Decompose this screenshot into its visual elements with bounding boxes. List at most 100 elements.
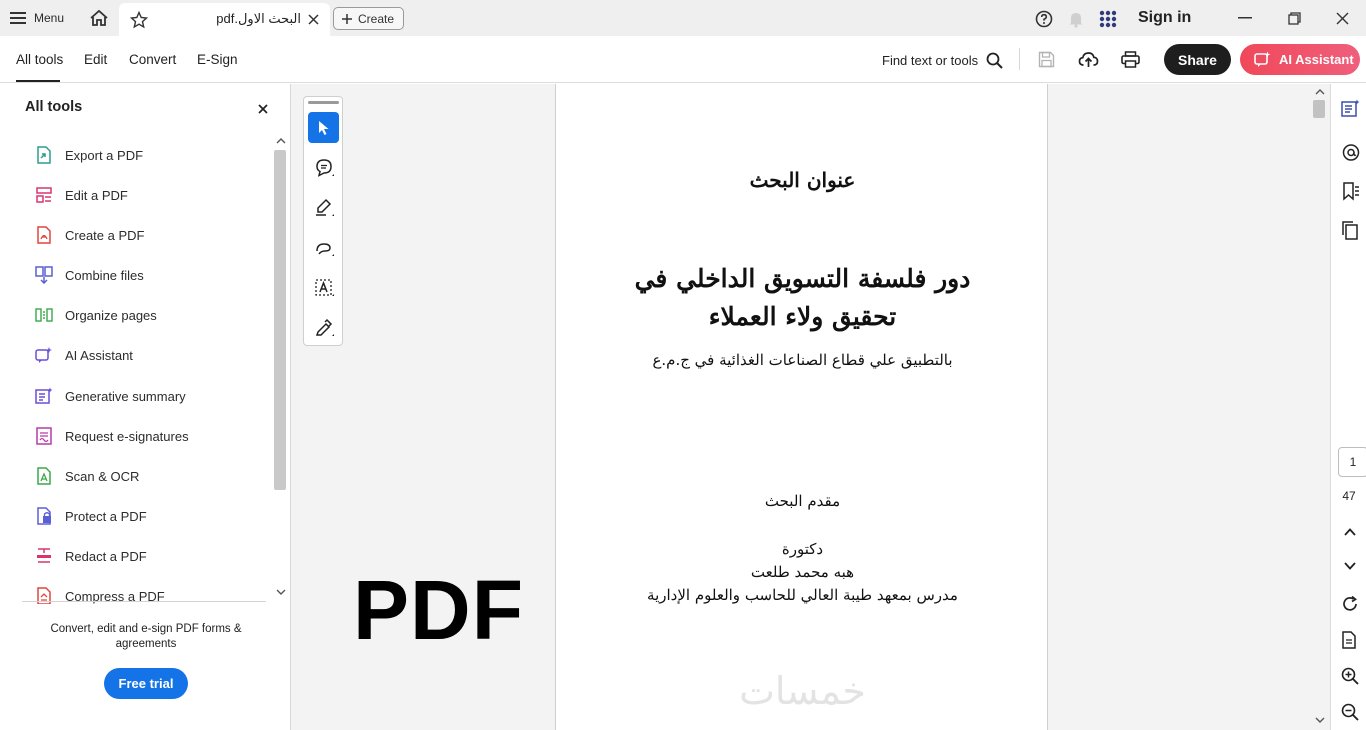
document-tab[interactable]: البحث الاول.pdf <box>119 3 330 36</box>
document-scrollbar-thumb[interactable] <box>1313 100 1325 118</box>
hamburger-icon <box>10 12 26 24</box>
highlight-tool-button[interactable] <box>308 192 339 223</box>
zoom-out-button[interactable] <box>1340 702 1360 722</box>
copy-pages-icon <box>1341 220 1358 240</box>
star-icon <box>130 11 148 29</box>
zoom-out-icon <box>1341 703 1359 721</box>
save-icon <box>1038 51 1054 67</box>
tab-all-tools[interactable]: All tools <box>16 52 63 67</box>
page-view-button[interactable] <box>1340 630 1360 650</box>
current-page-value: 1 <box>1349 455 1357 469</box>
main-toolbar: All tools Edit Convert E-Sign Find text … <box>0 36 1366 83</box>
protect-pdf-icon <box>37 507 51 525</box>
find-tools-button[interactable]: Find text or tools <box>882 50 1003 70</box>
quick-tools-drag-handle[interactable] <box>308 101 339 104</box>
zoom-in-button[interactable] <box>1340 666 1360 686</box>
pages-rail-button[interactable] <box>1340 220 1360 240</box>
tools-scrollbar[interactable] <box>274 132 288 602</box>
favorite-star-button[interactable] <box>129 10 149 30</box>
redact-pdf-icon <box>37 548 51 563</box>
toolbar-divider <box>1019 48 1020 70</box>
tab-close-button[interactable] <box>305 11 321 27</box>
share-button[interactable]: Share <box>1164 44 1231 75</box>
current-page-input[interactable]: 1 <box>1338 447 1366 477</box>
chevron-up-icon <box>1344 528 1356 536</box>
pdf-page[interactable]: عنوان البحث دور فلسفة التسويق الداخلي في… <box>555 84 1048 730</box>
home-button[interactable] <box>88 8 110 28</box>
tab-active-underline <box>16 80 60 82</box>
tool-label: Edit a PDF <box>65 187 128 203</box>
scrollbar-thumb[interactable] <box>274 150 286 490</box>
tool-organize-pages[interactable]: Organize pages <box>35 304 157 326</box>
select-tool-button[interactable] <box>308 112 339 143</box>
scroll-down-icon[interactable] <box>1315 717 1325 723</box>
restore-button[interactable] <box>1279 6 1309 30</box>
pen-sign-icon <box>315 318 334 336</box>
comments-rail-button[interactable] <box>1340 142 1360 162</box>
refresh-button[interactable] <box>1340 594 1360 614</box>
tool-protect-pdf[interactable]: Protect a PDF <box>35 505 147 527</box>
highlighter-icon <box>315 198 334 216</box>
scroll-up-icon[interactable] <box>1315 89 1325 95</box>
document-viewer[interactable]: PDF عنوان البحث دور فلسفة التسويق الداخل… <box>291 84 1330 730</box>
freehand-draw-icon <box>315 242 334 256</box>
plus-icon <box>342 13 352 24</box>
comment-at-icon <box>1342 143 1359 161</box>
research-title-line1: دور فلسفة التسويق الداخلي في <box>634 264 971 293</box>
cursor-arrow-icon <box>318 120 328 135</box>
sign-in-link[interactable]: Sign in <box>1138 9 1191 27</box>
tool-create-pdf[interactable]: Create a PDF <box>35 224 144 246</box>
scroll-up-icon[interactable] <box>276 138 286 144</box>
bookmarks-rail-button[interactable] <box>1340 181 1360 201</box>
panel-title: All tools <box>25 99 83 115</box>
tool-ai-assistant[interactable]: AI Assistant <box>35 344 133 366</box>
tool-generative-summary[interactable]: Generative summary <box>35 385 186 407</box>
apps-button[interactable] <box>1098 9 1118 29</box>
ai-assistant-button[interactable]: AI Assistant <box>1240 44 1360 75</box>
notifications-button[interactable] <box>1066 9 1086 29</box>
request-esignatures-icon <box>36 427 52 445</box>
tab-e-sign[interactable]: E-Sign <box>197 52 238 67</box>
save-button[interactable] <box>1036 49 1056 69</box>
print-button[interactable] <box>1119 49 1141 69</box>
scroll-down-icon[interactable] <box>276 589 286 595</box>
comment-tool-button[interactable] <box>308 152 339 183</box>
draw-tool-button[interactable] <box>308 232 339 263</box>
tab-edit[interactable]: Edit <box>84 52 107 67</box>
minimize-icon <box>1238 17 1252 19</box>
tool-edit-pdf[interactable]: Edit a PDF <box>35 184 128 206</box>
tool-export-pdf[interactable]: Export a PDF <box>35 144 143 166</box>
fill-sign-tool-button[interactable] <box>308 312 339 343</box>
author-name: هبه محمد طلعت <box>750 563 855 581</box>
upload-cloud-button[interactable] <box>1077 49 1099 69</box>
text-tool-button[interactable] <box>308 272 339 303</box>
bookmark-icon <box>1342 181 1359 201</box>
create-button[interactable]: Create <box>333 7 404 30</box>
window-close-button[interactable] <box>1327 6 1357 30</box>
comment-icon <box>315 158 334 177</box>
next-page-button[interactable] <box>1340 556 1360 576</box>
tool-redact-pdf[interactable]: Redact a PDF <box>35 545 147 567</box>
panel-divider <box>22 601 266 602</box>
tab-convert[interactable]: Convert <box>129 52 176 67</box>
rotate-refresh-icon <box>1343 595 1357 611</box>
help-button[interactable] <box>1034 9 1054 29</box>
generative-summary-rail-button[interactable] <box>1340 98 1360 118</box>
previous-page-button[interactable] <box>1340 522 1360 542</box>
free-trial-button[interactable]: Free trial <box>104 668 188 699</box>
tab-title: البحث الاول.pdf <box>216 11 301 26</box>
combine-files-icon <box>35 266 53 284</box>
zoom-in-icon <box>1341 667 1359 685</box>
tool-scan-ocr[interactable]: Scan & OCR <box>35 465 139 487</box>
find-label: Find text or tools <box>882 52 979 68</box>
menu-button[interactable]: Menu <box>10 8 64 28</box>
generative-summary-icon <box>35 387 53 404</box>
apps-grid-icon <box>1099 10 1117 28</box>
create-pdf-icon <box>37 226 51 244</box>
panel-close-button[interactable] <box>256 102 270 116</box>
tool-request-esignatures[interactable]: Request e-signatures <box>35 425 189 447</box>
tool-label: AI Assistant <box>65 347 133 363</box>
minimize-button[interactable] <box>1230 6 1260 30</box>
tool-combine-files[interactable]: Combine files <box>35 264 144 286</box>
document-scrollbar[interactable] <box>1312 84 1328 730</box>
